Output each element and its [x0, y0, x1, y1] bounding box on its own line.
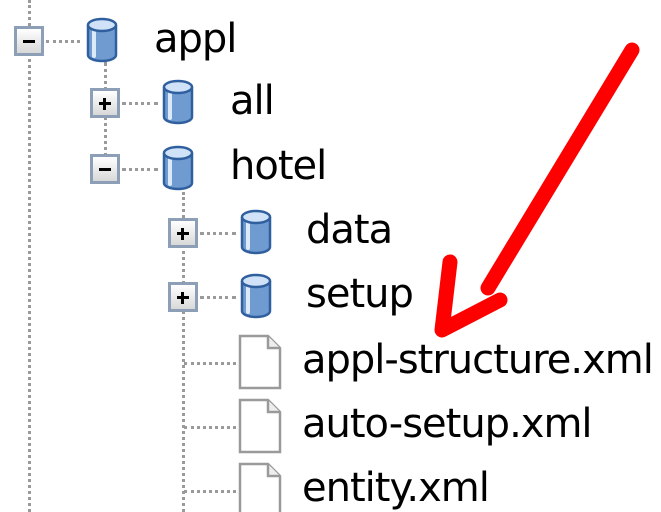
tree-guide-line — [28, 0, 31, 512]
tree-node-label[interactable]: hotel — [230, 142, 327, 190]
expand-toggle-all[interactable] — [90, 88, 120, 118]
tree-guide-line — [46, 40, 80, 43]
tree-node-label[interactable]: all — [230, 77, 275, 125]
tree-node-label[interactable]: setup — [306, 270, 414, 318]
tree-node-label[interactable]: data — [306, 206, 393, 254]
tree-node-label[interactable]: appl-structure.xml — [302, 336, 654, 384]
expand-toggle-setup[interactable] — [168, 282, 198, 312]
file-icon[interactable] — [236, 334, 284, 390]
tree-node-label[interactable]: appl — [154, 15, 237, 63]
minus-icon — [99, 168, 111, 171]
tree-guide-line — [200, 232, 236, 235]
tree-node-label[interactable]: auto-setup.xml — [302, 400, 593, 448]
expand-toggle-data[interactable] — [168, 218, 198, 248]
database-icon[interactable] — [84, 16, 120, 64]
file-icon[interactable] — [236, 462, 284, 512]
database-icon[interactable] — [238, 208, 274, 256]
tree-guide-line — [122, 102, 158, 105]
tree-node-label[interactable]: entity.xml — [302, 464, 490, 512]
collapse-toggle-hotel[interactable] — [90, 154, 120, 184]
tree-guide-line — [184, 362, 236, 365]
tree-guide-line — [184, 490, 236, 493]
tree-view: appl all hotel data setup appl-structure… — [0, 0, 661, 512]
tree-guide-line — [200, 296, 236, 299]
file-icon[interactable] — [236, 398, 284, 454]
database-icon[interactable] — [160, 78, 196, 126]
minus-icon — [23, 40, 35, 43]
database-icon[interactable] — [160, 144, 196, 192]
database-icon[interactable] — [238, 272, 274, 320]
tree-guide-line — [184, 426, 236, 429]
tree-guide-line — [122, 168, 158, 171]
collapse-toggle-appl[interactable] — [14, 26, 44, 56]
